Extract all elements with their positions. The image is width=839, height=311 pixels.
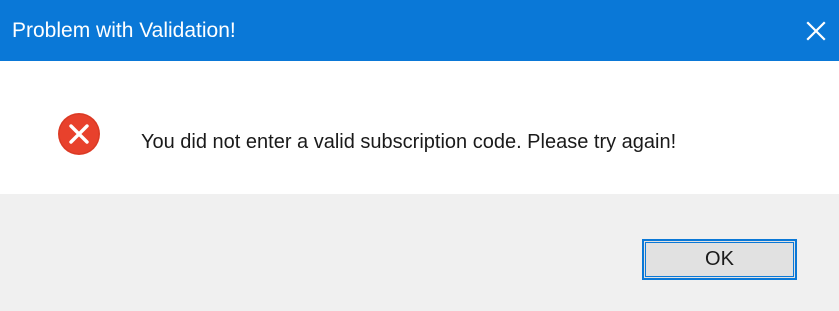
close-icon [805,20,827,42]
window-title: Problem with Validation! [12,19,236,42]
error-message: You did not enter a valid subscription c… [141,131,677,153]
error-icon [57,112,101,156]
close-button[interactable] [793,0,839,61]
button-bar: OK [0,194,839,311]
dialog-content: You did not enter a valid subscription c… [0,61,839,194]
ok-button[interactable]: OK [642,239,797,280]
validation-dialog: Problem with Validation! You did not ent… [0,0,839,311]
title-bar[interactable]: Problem with Validation! [0,0,839,61]
